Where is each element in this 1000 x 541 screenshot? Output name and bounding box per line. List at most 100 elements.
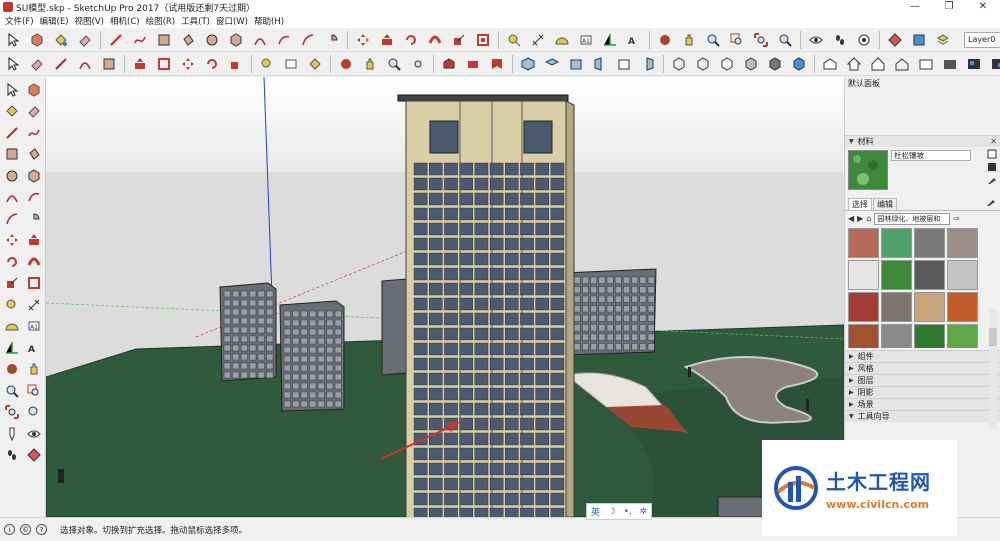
material-thumbnail[interactable] (914, 292, 945, 322)
rotate-icon[interactable] (3, 253, 20, 270)
orbit-icon[interactable] (337, 55, 354, 72)
menu-draw[interactable]: 绘图(R) (143, 15, 179, 27)
line-icon[interactable] (3, 124, 20, 141)
material-thumbnail[interactable] (881, 324, 912, 348)
follow-me-icon[interactable] (426, 31, 443, 48)
move-icon[interactable] (179, 55, 196, 72)
punctuation-toggle[interactable]: •, (624, 507, 632, 517)
zoom-extents-icon[interactable] (409, 55, 426, 72)
material-swatch[interactable] (848, 150, 888, 190)
line-icon[interactable] (52, 55, 69, 72)
extension-warehouse-icon[interactable] (488, 55, 505, 72)
hidden-line-icon[interactable] (718, 55, 735, 72)
material-thumbnail[interactable] (881, 260, 912, 290)
section-plane-icon[interactable] (886, 31, 903, 48)
push-pull-icon[interactable] (131, 55, 148, 72)
monochrome-icon[interactable] (790, 55, 807, 72)
ime-language-toggle[interactable]: 英 (591, 505, 600, 518)
eyedropper-icon[interactable] (986, 197, 996, 210)
back-view-icon[interactable] (615, 55, 632, 72)
forward-arrow-icon[interactable]: ▶ (857, 214, 863, 223)
orbit-icon[interactable] (3, 361, 20, 378)
storage-icon[interactable] (941, 55, 958, 72)
eraser-icon[interactable] (28, 55, 45, 72)
close-icon[interactable]: ✕ (990, 137, 997, 146)
left-view-icon[interactable] (639, 55, 656, 72)
make-component-icon[interactable] (28, 31, 45, 48)
rotate-icon[interactable] (402, 31, 419, 48)
maximize-button[interactable]: ❐ (932, 0, 966, 14)
menu-window[interactable]: 窗口(W) (213, 15, 251, 27)
scale-icon[interactable] (3, 275, 20, 292)
back-arrow-icon[interactable]: ◀ (848, 214, 854, 223)
line-icon[interactable] (107, 31, 124, 48)
zoom-extents-icon[interactable] (3, 404, 20, 421)
3d-text-icon[interactable]: A (625, 31, 642, 48)
material-thumbnail[interactable] (848, 324, 879, 348)
zoom-window-icon[interactable] (728, 31, 745, 48)
axes-icon[interactable] (601, 31, 618, 48)
material-thumbnail[interactable] (947, 292, 978, 322)
create-material-icon[interactable] (987, 162, 997, 172)
walk-icon[interactable] (831, 31, 848, 48)
scale-icon[interactable] (450, 31, 467, 48)
components-section-header[interactable]: ▶ 组件 ✕ (845, 350, 1000, 362)
position-camera-icon[interactable] (3, 425, 20, 442)
scale-icon[interactable] (227, 55, 244, 72)
materials-scrollbar[interactable] (989, 310, 997, 430)
follow-me-icon[interactable] (25, 253, 42, 270)
zoom-extents-icon[interactable] (752, 31, 769, 48)
text-icon[interactable]: A1 (577, 31, 594, 48)
offset-icon[interactable] (25, 275, 42, 292)
wireframe-icon[interactable] (694, 55, 711, 72)
shaded-icon[interactable] (742, 55, 759, 72)
material-thumbnail[interactable] (947, 228, 978, 258)
material-thumbnail[interactable] (947, 260, 978, 290)
menu-view[interactable]: 视图(V) (72, 15, 107, 27)
arc-dropdown-icon[interactable] (76, 55, 93, 72)
layer-manager-icon[interactable] (934, 31, 951, 48)
styles-section-header[interactable]: ▶ 风格 ✕ (845, 362, 1000, 374)
extension-warehouse-icon[interactable] (910, 31, 927, 48)
previous-view-icon[interactable] (25, 404, 42, 421)
zoom-icon[interactable] (385, 55, 402, 72)
3d-text-icon[interactable]: A (25, 339, 42, 356)
push-pull-icon[interactable] (378, 31, 395, 48)
material-thumbnail[interactable] (881, 292, 912, 322)
freehand-icon[interactable] (131, 31, 148, 48)
eraser-icon[interactable] (25, 103, 42, 120)
select-icon[interactable] (3, 81, 20, 98)
pie-icon[interactable] (25, 210, 42, 227)
dimension-icon[interactable] (529, 31, 546, 48)
circle-icon[interactable] (203, 31, 220, 48)
menu-help[interactable]: 帮助(H) (251, 15, 287, 27)
top-view-icon[interactable] (543, 55, 560, 72)
pan-icon[interactable] (361, 55, 378, 72)
material-thumbnail[interactable] (914, 228, 945, 258)
material-thumbnail[interactable] (848, 260, 879, 290)
polygon-icon[interactable] (227, 31, 244, 48)
materials-section-header[interactable]: ▼ 材料 ✕ (845, 135, 1000, 147)
xray-icon[interactable] (670, 55, 687, 72)
three-point-arc-icon[interactable] (299, 31, 316, 48)
protractor-icon[interactable] (3, 318, 20, 335)
right-view-icon[interactable] (591, 55, 608, 72)
details-icon[interactable]: ⇨ (953, 214, 960, 223)
menu-camera[interactable]: 相机(C) (107, 15, 143, 27)
scenes-section-header[interactable]: ▶ 场景 ✕ (845, 398, 1000, 410)
help-icon[interactable]: ? (36, 524, 47, 535)
walk-icon[interactable] (3, 447, 20, 464)
shadows-section-header[interactable]: ▶ 阴影 ✕ (845, 386, 1000, 398)
offset-icon[interactable] (474, 31, 491, 48)
menu-file[interactable]: 文件(F) (2, 15, 37, 27)
offset-icon[interactable] (155, 55, 172, 72)
menu-edit[interactable]: 编辑(E) (37, 15, 72, 27)
house-front-icon[interactable] (869, 55, 886, 72)
iso-view-icon[interactable] (519, 55, 536, 72)
material-library-dropdown[interactable]: 园林绿化、地被层和 (874, 212, 951, 225)
home-icon[interactable]: ⌂ (866, 214, 871, 223)
select-icon[interactable] (4, 55, 21, 72)
material-thumbnail[interactable] (947, 324, 978, 348)
text-icon[interactable]: A1 (25, 318, 42, 335)
folder-icon[interactable] (917, 55, 934, 72)
